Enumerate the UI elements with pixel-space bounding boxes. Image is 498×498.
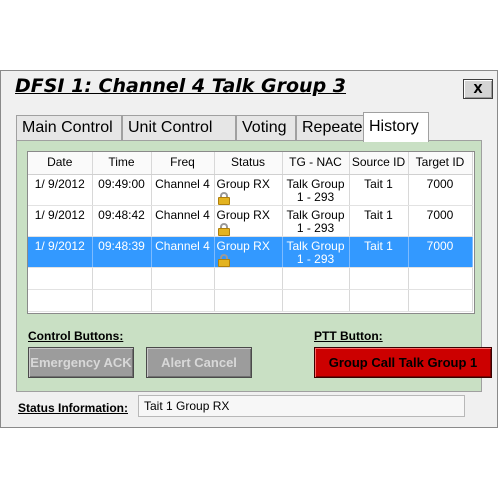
cell-status-text: Group RX	[216, 238, 270, 253]
status-information-field: Tait 1 Group RX	[138, 395, 465, 417]
cell-status: Group RX	[214, 236, 283, 268]
table-row[interactable]: 1/ 9/2012 09:49:00 Channel 4 Group RX Ta…	[28, 174, 473, 206]
group-call-ptt-button[interactable]: Group Call Talk Group 1	[314, 347, 492, 378]
table-header-row: Date Time Freq Status TG - NAC Source ID…	[28, 152, 473, 175]
empty-row	[28, 289, 473, 312]
ptt-button-label: PTT Button:	[314, 329, 383, 343]
cell-date: 1/ 9/2012	[28, 236, 93, 268]
cell-time: 09:49:00	[92, 174, 152, 206]
cell-freq: Channel 4	[151, 236, 215, 268]
dfsi-window: DFSI 1: Channel 4 Talk Group 3 X Main Co…	[0, 70, 498, 428]
tab-voting[interactable]: Voting	[236, 115, 296, 141]
column-header-freq[interactable]: Freq	[151, 152, 215, 175]
alert-cancel-button[interactable]: Alert Cancel	[146, 347, 252, 378]
column-header-target-id[interactable]: Target ID	[408, 152, 473, 175]
cell-status-text: Group RX	[216, 176, 270, 191]
table-row[interactable]: 1/ 9/2012 09:48:42 Channel 4 Group RX Ta…	[28, 205, 473, 237]
lock-icon	[217, 191, 230, 205]
cell-status: Group RX	[214, 174, 283, 206]
cell-time: 09:48:39	[92, 236, 152, 268]
empty-row	[28, 267, 473, 290]
cell-freq: Channel 4	[151, 174, 215, 206]
cell-target-id: 7000	[408, 236, 473, 268]
cell-source-id: Tait 1	[349, 174, 409, 206]
cell-target-id: 7000	[408, 174, 473, 206]
column-header-tg-nac[interactable]: TG - NAC	[282, 152, 350, 175]
cell-status-text: Group RX	[216, 207, 270, 222]
column-header-source-id[interactable]: Source ID	[349, 152, 409, 175]
tab-unit-control[interactable]: Unit Control	[122, 115, 236, 141]
cell-freq: Channel 4	[151, 205, 215, 237]
tab-main-control[interactable]: Main Control	[16, 115, 122, 141]
cell-tg-nac: Talk Group 1 - 293	[282, 205, 350, 237]
table-row-selected[interactable]: 1/ 9/2012 09:48:39 Channel 4 Group RX Ta…	[28, 236, 473, 268]
cell-tg-nac: Talk Group 1 - 293	[282, 236, 350, 268]
close-button[interactable]: X	[463, 79, 493, 99]
cell-tg-nac: Talk Group 1 - 293	[282, 174, 350, 206]
cell-date: 1/ 9/2012	[28, 174, 93, 206]
column-header-date[interactable]: Date	[28, 152, 93, 175]
cell-source-id: Tait 1	[349, 236, 409, 268]
tab-repeater[interactable]: Repeater	[296, 115, 372, 141]
status-information-label: Status Information:	[18, 401, 128, 415]
column-header-time[interactable]: Time	[92, 152, 152, 175]
tab-history[interactable]: History	[363, 112, 429, 142]
history-panel: Date Time Freq Status TG - NAC Source ID…	[16, 140, 492, 392]
cell-time: 09:48:42	[92, 205, 152, 237]
column-header-status[interactable]: Status	[214, 152, 283, 175]
window-title: DFSI 1: Channel 4 Talk Group 3	[15, 75, 347, 97]
lock-icon	[217, 222, 230, 236]
emergency-ack-button[interactable]: Emergency ACK	[28, 347, 134, 378]
control-buttons-label: Control Buttons:	[28, 329, 124, 343]
cell-status: Group RX	[214, 205, 283, 237]
lock-icon	[217, 253, 230, 267]
history-table[interactable]: Date Time Freq Status TG - NAC Source ID…	[27, 151, 475, 314]
cell-source-id: Tait 1	[349, 205, 409, 237]
cell-target-id: 7000	[408, 205, 473, 237]
cell-date: 1/ 9/2012	[28, 205, 93, 237]
